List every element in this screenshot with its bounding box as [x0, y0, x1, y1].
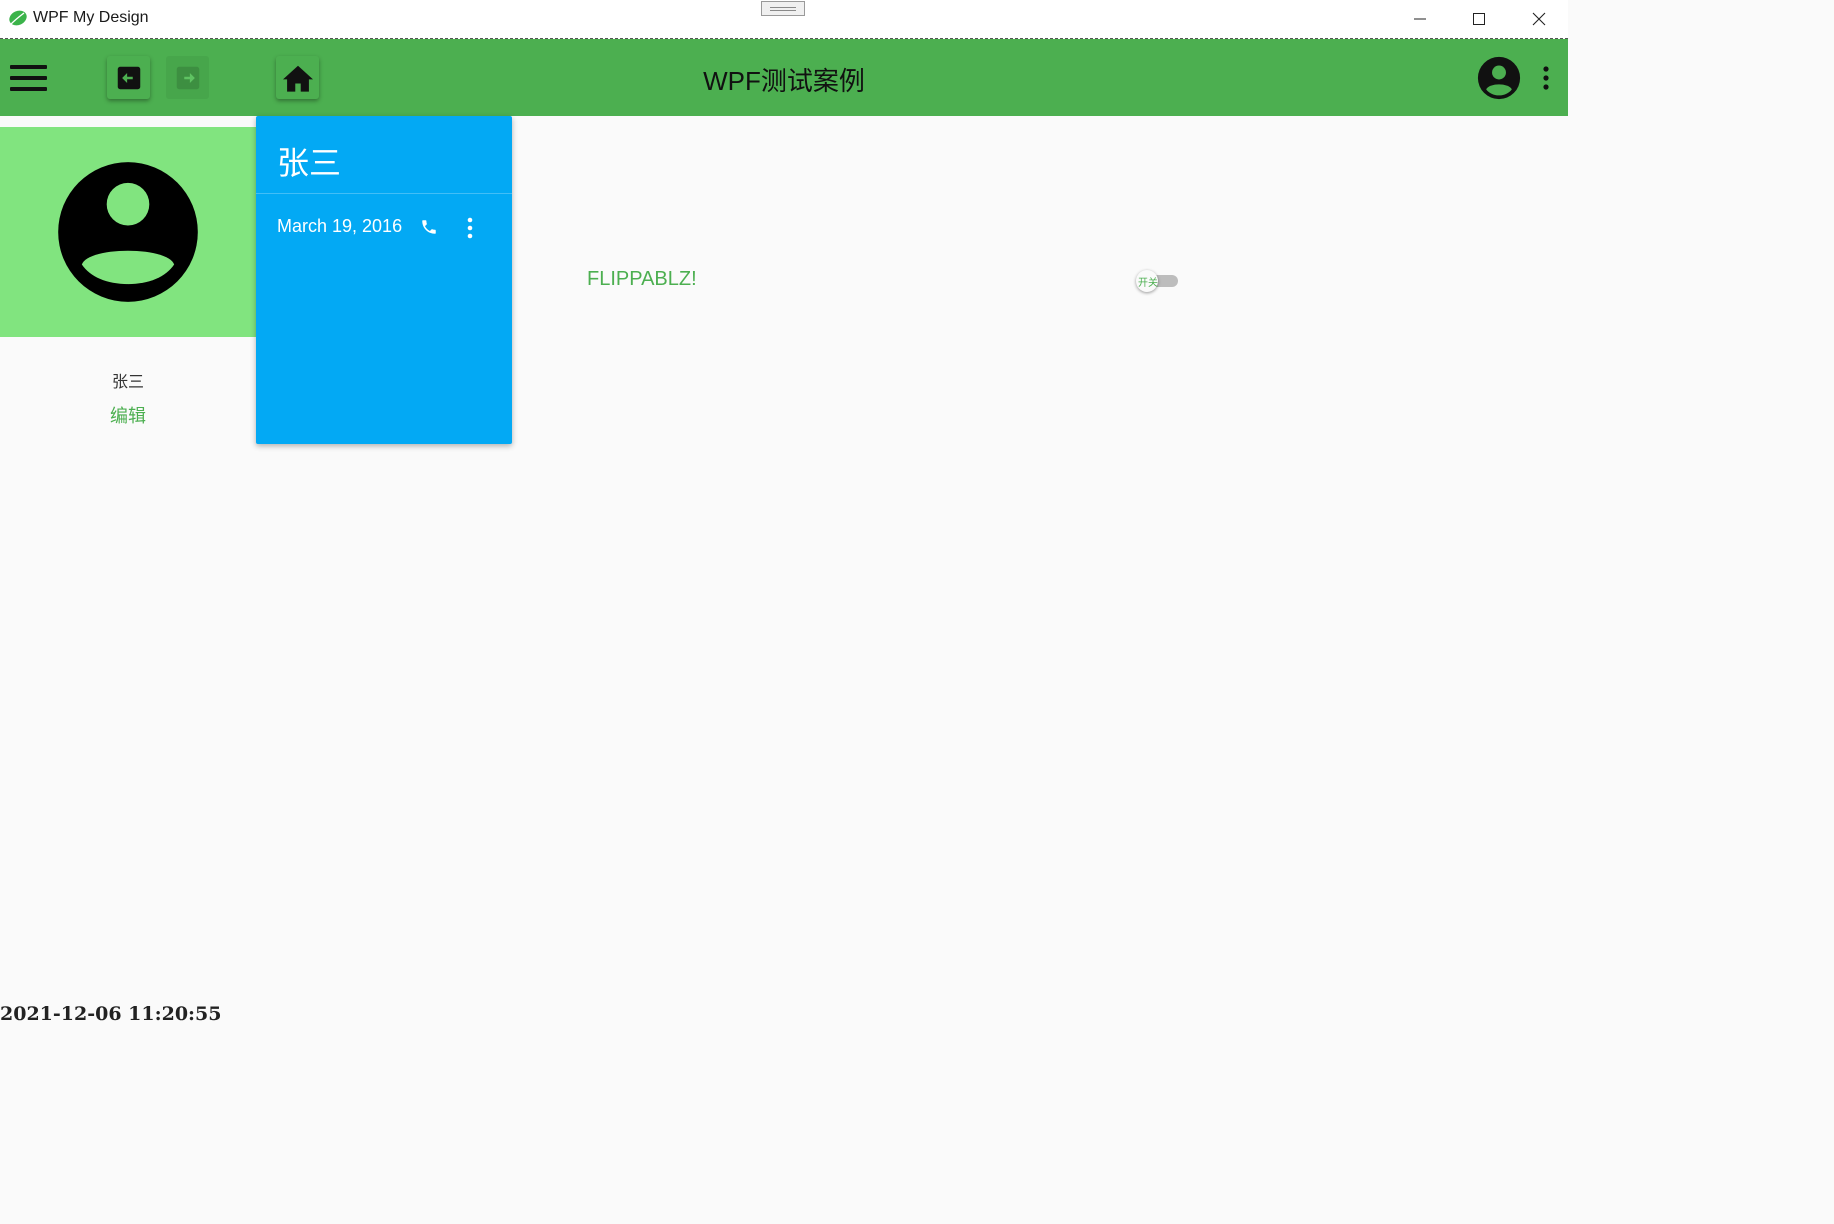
leaf-icon [8, 10, 27, 27]
card-title: 张三 [277, 144, 342, 182]
clock-display: 2021-12-06 11:20:55 [0, 1003, 222, 1025]
edit-link[interactable]: 编辑 [0, 402, 256, 428]
profile-name: 张三 [111, 372, 144, 391]
page-title: WPF测试案例 [703, 66, 865, 96]
maximize-button[interactable] [1450, 0, 1508, 38]
dots-vertical-icon[interactable] [1541, 66, 1551, 94]
drag-handle[interactable] [761, 1, 805, 16]
phone-icon[interactable] [420, 218, 438, 240]
minimize-icon [1414, 18, 1426, 20]
close-button[interactable] [1510, 0, 1568, 38]
card-divider [256, 193, 512, 194]
toggle-switch[interactable]: 开关 [1136, 270, 1180, 292]
window-titlebar[interactable]: WPF My Design [0, 0, 1568, 39]
toggle-label: 开关 [1138, 278, 1158, 289]
window-title: WPF My Design [33, 9, 149, 26]
account-circle-icon [57, 161, 199, 307]
account-circle-icon[interactable] [1477, 56, 1521, 104]
dots-vertical-icon[interactable] [467, 217, 473, 243]
maximize-icon [1473, 13, 1485, 25]
contact-card[interactable]: 张三 March 19, 2016 [256, 116, 512, 444]
close-icon [1532, 12, 1546, 26]
app-header: WPF测试案例 [0, 39, 1568, 116]
minimize-button[interactable] [1391, 0, 1449, 38]
profile-banner [0, 127, 256, 337]
card-date: March 19, 2016 [277, 216, 403, 236]
flippable-label[interactable]: FLIPPABLZ! [587, 268, 697, 291]
